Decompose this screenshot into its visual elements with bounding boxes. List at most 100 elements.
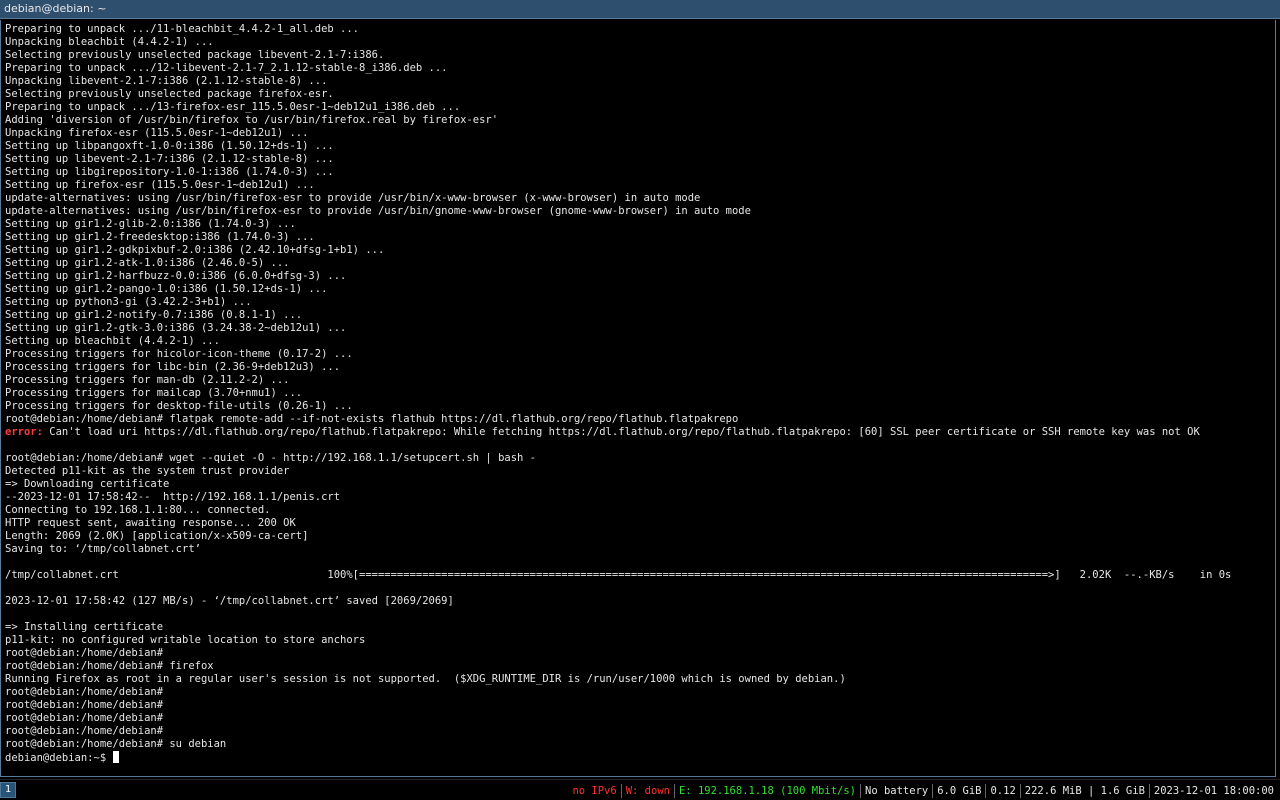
terminal-line-text: Unpacking firefox-esr (115.5.0esr-1~deb1… [5, 127, 309, 139]
terminal-line-text: root@debian:/home/debian# [5, 647, 164, 659]
terminal-line-text: Processing triggers for man-db (2.11.2-2… [5, 374, 290, 386]
terminal-line-text: /tmp/collabnet.crt 100%[================… [5, 569, 1232, 581]
terminal-line-text: root@debian:/home/debian# [5, 712, 164, 724]
terminal-line: Setting up gir1.2-atk-1.0:i386 (2.46.0-5… [5, 257, 1273, 270]
terminal-line: error: Can't load uri https://dl.flathub… [5, 426, 1273, 439]
terminal-line: root@debian:/home/debian# flatpak remote… [5, 413, 1273, 426]
terminal-line-text: Setting up libpangoxft-1.0-0:i386 (1.50.… [5, 140, 334, 152]
terminal-titlebar[interactable]: debian@debian: ~ [0, 0, 1280, 19]
terminal-line: Selecting previously unselected package … [5, 88, 1273, 101]
terminal-line: HTTP request sent, awaiting response... … [5, 517, 1273, 530]
terminal-line-text: Preparing to unpack .../11-bleachbit_4.4… [5, 23, 360, 35]
terminal-line: Setting up gir1.2-pango-1.0:i386 (1.50.1… [5, 283, 1273, 296]
terminal-line: Setting up gir1.2-notify-0.7:i386 (0.8.1… [5, 309, 1273, 322]
status-items: no IPv6 W: down E: 192.168.1.18 (100 Mbit/… [568, 783, 1278, 798]
terminal-line: Saving to: ‘/tmp/collabnet.crt’ [5, 543, 1273, 556]
terminal-line: Unpacking libevent-2.1-7:i386 (2.1.12-st… [5, 75, 1273, 88]
error-message: Can't load uri https://dl.flathub.org/re… [42, 426, 1200, 438]
workspace-button[interactable]: 1 [0, 782, 16, 798]
terminal-line: Processing triggers for libc-bin (2.36-9… [5, 361, 1273, 374]
terminal-line: Setting up gir1.2-gdkpixbuf-2.0:i386 (2.… [5, 244, 1273, 257]
terminal-line: 2023-12-01 17:58:42 (127 MB/s) - ‘/tmp/c… [5, 595, 1273, 608]
terminal-line-text: root@debian:/home/debian# wget --quiet -… [5, 452, 537, 464]
terminal-line-text: Unpacking bleachbit (4.4.2-1) ... [5, 36, 214, 48]
terminal-line: root@debian:/home/debian# [5, 686, 1273, 699]
terminal-line: /tmp/collabnet.crt 100%[================… [5, 569, 1273, 582]
terminal-line: Preparing to unpack .../12-libevent-2.1-… [5, 62, 1273, 75]
terminal-line: Running Firefox as root in a regular use… [5, 673, 1273, 686]
terminal-window[interactable]: Preparing to unpack .../11-bleachbit_4.4… [0, 20, 1276, 777]
window-title: debian@debian: ~ [4, 2, 107, 15]
terminal-line-text: Selecting previously unselected package … [5, 88, 334, 100]
terminal-line: update-alternatives: using /usr/bin/fire… [5, 205, 1273, 218]
terminal-line: Setting up gir1.2-glib-2.0:i386 (1.74.0-… [5, 218, 1273, 231]
text-cursor [113, 751, 120, 763]
terminal-line-text: update-alternatives: using /usr/bin/fire… [5, 192, 701, 204]
terminal-line-text: Preparing to unpack .../12-libevent-2.1-… [5, 62, 448, 74]
terminal-line: Selecting previously unselected package … [5, 49, 1273, 62]
terminal-line: Detected p11-kit as the system trust pro… [5, 465, 1273, 478]
terminal-line: Setting up gir1.2-harfbuzz-0.0:i386 (6.0… [5, 270, 1273, 283]
terminal-line: Setting up firefox-esr (115.5.0esr-1~deb… [5, 179, 1273, 192]
terminal-line: Processing triggers for hicolor-icon-the… [5, 348, 1273, 361]
terminal-line: Preparing to unpack .../13-firefox-esr_1… [5, 101, 1273, 114]
terminal-line-text: Setting up firefox-esr (115.5.0esr-1~deb… [5, 179, 315, 191]
terminal-line-text: root@debian:/home/debian# su debian [5, 738, 227, 750]
terminal-line-text: Connecting to 192.168.1.1:80... connecte… [5, 504, 271, 516]
terminal-line: Processing triggers for mailcap (3.70+nm… [5, 387, 1273, 400]
terminal-line-text: => Installing certificate [5, 621, 164, 633]
terminal-line-text: update-alternatives: using /usr/bin/fire… [5, 205, 751, 217]
terminal-line-text: Selecting previously unselected package … [5, 49, 385, 61]
terminal-line-text: Processing triggers for libc-bin (2.36-9… [5, 361, 341, 373]
terminal-line-text: Setting up python3-gi (3.42.2-3+b1) ... [5, 296, 252, 308]
terminal-line-text: HTTP request sent, awaiting response... … [5, 517, 296, 529]
terminal-line: root@debian:/home/debian# [5, 647, 1273, 660]
terminal-line-text: Processing triggers for desktop-file-uti… [5, 400, 353, 412]
terminal-line-text: Setting up libgirepository-1.0-1:i386 (1… [5, 166, 334, 178]
terminal-line-text: debian@debian:~$ [5, 752, 113, 764]
wireless-status: W: down [625, 784, 670, 797]
terminal-line: root@debian:/home/debian# [5, 725, 1273, 738]
terminal-line: => Installing certificate [5, 621, 1273, 634]
terminal-line: Unpacking bleachbit (4.4.2-1) ... [5, 36, 1273, 49]
status-bar: 1 no IPv6 W: down E: 192.168.1.18 (100 Mbi… [0, 779, 1280, 800]
terminal-line-text: p11-kit: no configured writable location… [5, 634, 366, 646]
terminal-line: Unpacking firefox-esr (115.5.0esr-1~deb1… [5, 127, 1273, 140]
terminal-line: Length: 2069 (2.0K) [application/x-x509-… [5, 530, 1273, 543]
terminal-line-text: Setting up gir1.2-pango-1.0:i386 (1.50.1… [5, 283, 328, 295]
terminal-line: Processing triggers for man-db (2.11.2-2… [5, 374, 1273, 387]
terminal-line: Adding 'diversion of /usr/bin/firefox to… [5, 114, 1273, 127]
terminal-line: Setting up libpangoxft-1.0-0:i386 (1.50.… [5, 140, 1273, 153]
terminal-line-text: Setting up libevent-2.1-7:i386 (2.1.12-s… [5, 153, 334, 165]
terminal-line: debian@debian:~$ [5, 751, 1273, 764]
terminal-line-text: 2023-12-01 17:58:42 (127 MB/s) - ‘/tmp/c… [5, 595, 454, 607]
terminal-line: Setting up libevent-2.1-7:i386 (2.1.12-s… [5, 153, 1273, 166]
battery-status: No battery [865, 784, 929, 797]
terminal-line-text: Unpacking libevent-2.1-7:i386 (2.1.12-st… [5, 75, 328, 87]
terminal-line-text: Setting up bleachbit (4.4.2-1) ... [5, 335, 220, 347]
terminal-line-text: Setting up gir1.2-gdkpixbuf-2.0:i386 (2.… [5, 244, 385, 256]
terminal-line: root@debian:/home/debian# su debian [5, 738, 1273, 751]
ipv6-status: no IPv6 [572, 784, 617, 797]
terminal-line-text: Setting up gir1.2-glib-2.0:i386 (1.74.0-… [5, 218, 296, 230]
terminal-line: --2023-12-01 17:58:42-- http://192.168.1… [5, 491, 1273, 504]
terminal-line-text: Setting up gir1.2-notify-0.7:i386 (0.8.1… [5, 309, 303, 321]
terminal-line-text: Running Firefox as root in a regular use… [5, 673, 846, 685]
terminal-line-text: Detected p11-kit as the system trust pro… [5, 465, 290, 477]
terminal-line-text: Length: 2069 (2.0K) [application/x-x509-… [5, 530, 309, 542]
terminal-line-text: => Downloading certificate [5, 478, 170, 490]
terminal-output: Preparing to unpack .../11-bleachbit_4.4… [5, 23, 1273, 764]
terminal-line-text: root@debian:/home/debian# firefox [5, 660, 214, 672]
terminal-line-text: Setting up gir1.2-atk-1.0:i386 (2.46.0-5… [5, 257, 290, 269]
terminal-line-text: Preparing to unpack .../13-firefox-esr_1… [5, 101, 461, 113]
terminal-line: root@debian:/home/debian# [5, 699, 1273, 712]
terminal-line-text: Setting up gir1.2-freedesktop:i386 (1.74… [5, 231, 315, 243]
load-status: 0.12 [990, 784, 1016, 797]
disk-status: 6.0 GiB [937, 784, 982, 797]
terminal-line: Setting up python3-gi (3.42.2-3+b1) ... [5, 296, 1273, 309]
terminal-line: => Downloading certificate [5, 478, 1273, 491]
terminal-line: p11-kit: no configured writable location… [5, 634, 1273, 647]
